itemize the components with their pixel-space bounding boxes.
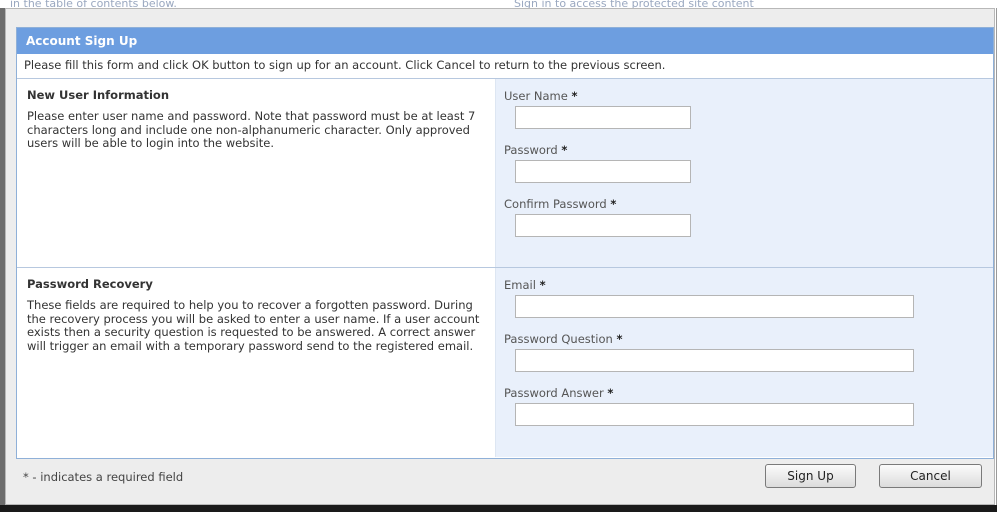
signup-modal: Account Sign Up Please fill this form an… <box>5 8 995 505</box>
recovery-title: Password Recovery <box>27 277 153 291</box>
password-answer-label-text: Password Answer <box>504 386 604 400</box>
password-question-label: Password Question * <box>504 332 993 346</box>
password-label: Password * <box>504 143 993 157</box>
confirm-password-field-group: Confirm Password * <box>504 197 993 237</box>
required-marker: * <box>539 278 546 292</box>
required-marker: * <box>610 197 617 211</box>
password-question-field-group: Password Question * <box>504 332 993 372</box>
overlay-edge-bottom <box>0 505 997 512</box>
email-label: Email * <box>504 278 993 292</box>
required-marker: * <box>561 143 568 157</box>
password-label-text: Password <box>504 143 558 157</box>
required-marker: * <box>616 332 623 346</box>
required-marker: * <box>571 89 578 103</box>
new-user-title: New User Information <box>27 88 170 102</box>
password-question-label-text: Password Question <box>504 332 613 346</box>
password-question-input[interactable] <box>515 349 914 372</box>
recovery-fields: Email * Password Question * Password Ans… <box>495 268 993 457</box>
dialog-intro: Please fill this form and click OK butto… <box>17 54 993 79</box>
recovery-description: These fields are required to help you to… <box>27 298 480 353</box>
password-recovery-section: Password Recovery These fields are requi… <box>17 268 993 457</box>
cancel-button[interactable]: Cancel <box>879 464 982 488</box>
email-field-group: Email * <box>504 278 993 318</box>
sign-up-button[interactable]: Sign Up <box>765 464 856 488</box>
password-answer-field-group: Password Answer * <box>504 386 993 426</box>
email-label-text: Email <box>504 278 536 292</box>
required-marker: * <box>607 386 614 400</box>
password-field-group: Password * <box>504 143 993 183</box>
password-answer-label: Password Answer * <box>504 386 993 400</box>
username-input[interactable] <box>515 106 691 129</box>
new-user-info: New User Information Please enter user n… <box>17 79 495 267</box>
recovery-info: Password Recovery These fields are requi… <box>17 268 495 457</box>
new-user-fields: User Name * Password * Confirm Password <box>495 79 993 267</box>
signup-dialog: Account Sign Up Please fill this form an… <box>16 27 994 459</box>
confirm-password-label: Confirm Password * <box>504 197 993 211</box>
required-field-note: * - indicates a required field <box>23 470 184 484</box>
email-input[interactable] <box>515 295 914 318</box>
dialog-title: Account Sign Up <box>17 28 993 54</box>
password-input[interactable] <box>515 160 691 183</box>
username-label: User Name * <box>504 89 993 103</box>
password-answer-input[interactable] <box>515 403 914 426</box>
confirm-password-input[interactable] <box>515 214 691 237</box>
username-field-group: User Name * <box>504 89 993 129</box>
confirm-password-label-text: Confirm Password <box>504 197 607 211</box>
new-user-description: Please enter user name and password. Not… <box>27 109 476 150</box>
new-user-section: New User Information Please enter user n… <box>17 79 993 268</box>
username-label-text: User Name <box>504 89 568 103</box>
